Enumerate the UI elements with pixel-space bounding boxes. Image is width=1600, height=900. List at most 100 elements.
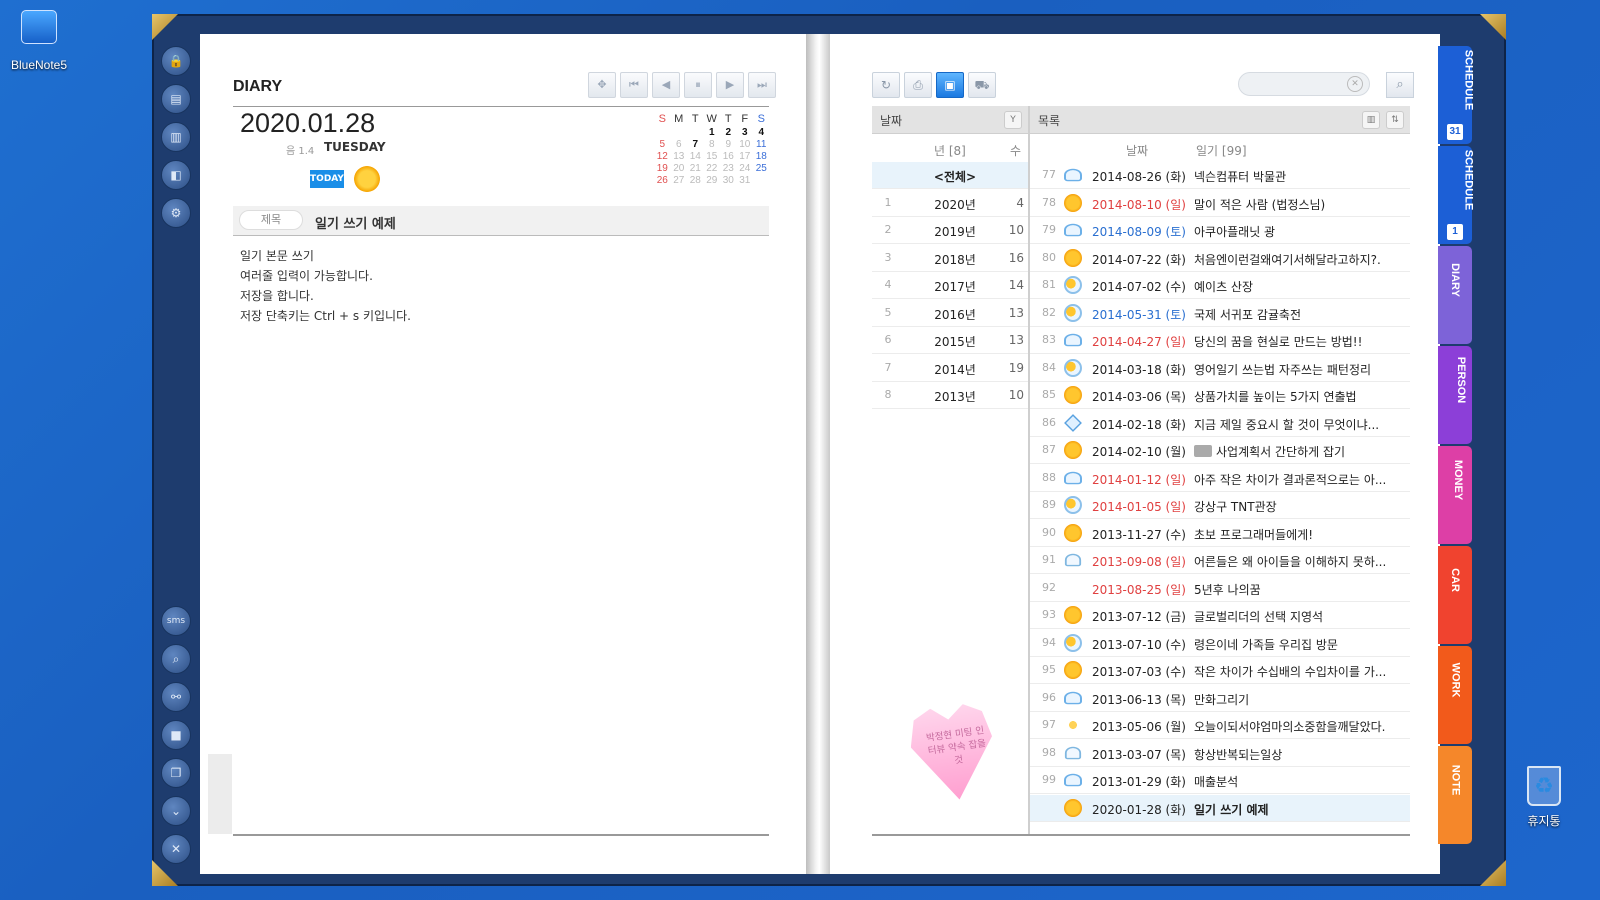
calendar-day[interactable]: 3 <box>737 126 754 138</box>
diary-list-item[interactable]: 98 2013-03-07 (목) 항상반복되는일상 <box>1030 740 1410 767</box>
calendar-day[interactable]: 2 <box>720 126 737 138</box>
columns-icon[interactable]: ▥ <box>1362 111 1380 129</box>
calendar-day[interactable]: 30 <box>720 174 737 186</box>
calendar-day[interactable]: 10 <box>737 138 754 150</box>
calendar-day[interactable]: 8 <box>704 138 721 150</box>
calendar-day[interactable]: 18 <box>753 150 770 162</box>
diary-list-item[interactable]: 80 2014-07-22 (화) 처음엔이런걸왜여기서해달라고하지?. <box>1030 245 1410 272</box>
search-input[interactable]: ✕ <box>1238 72 1370 96</box>
diary-list-item[interactable]: 79 2014-08-09 (토) 아쿠아플래닛 광 <box>1030 217 1410 244</box>
calendar-day[interactable]: 15 <box>704 150 721 162</box>
sms-icon[interactable]: sms <box>161 606 191 636</box>
first-entry-button[interactable]: ⏮ <box>620 72 648 98</box>
calendar-day[interactable]: 24 <box>737 162 754 174</box>
diary-list-item[interactable]: 77 2014-08-26 (화) 넥슨컴퓨터 박물관 <box>1030 162 1410 189</box>
calendar-day[interactable]: 22 <box>704 162 721 174</box>
calendar-day[interactable]: 9 <box>720 138 737 150</box>
diary-list-item[interactable]: 94 2013-07-10 (수) 령은이네 가족들 우리집 방문 <box>1030 630 1410 657</box>
diary-list-item[interactable]: 2020-01-28 (화) 일기 쓰기 예제 <box>1030 794 1410 822</box>
diary-list-item[interactable]: 88 2014-01-12 (일) 아주 작은 차이가 결과론적으로는 아... <box>1030 465 1410 492</box>
link-icon[interactable]: ⚯ <box>161 682 191 712</box>
recycle-bin-desktop-icon[interactable]: ♻ 휴지통 <box>1516 766 1572 829</box>
diary-list-item[interactable]: 95 2013-07-03 (수) 작은 차이가 수십배의 수입차이를 가... <box>1030 657 1410 684</box>
diary-list-item[interactable]: 89 2014-01-05 (일) 강상구 TNT관장 <box>1030 492 1410 519</box>
print-icon[interactable]: ⎙ <box>904 72 932 98</box>
diary-body-editor[interactable]: 일기 본문 쓰기 여러줄 입력이 가능합니다. 저장을 합니다. 저장 단축키는 Ct… <box>240 246 411 326</box>
diary-list-item[interactable]: 81 2014-07-02 (수) 예이츠 산장 <box>1030 272 1410 299</box>
stop-icon[interactable]: ■ <box>161 720 191 750</box>
bluenote5-desktop-icon[interactable]: BlueNote5 <box>6 10 72 72</box>
diary-list-item[interactable]: 83 2014-04-27 (일) 당신의 꿈을 현실로 만드는 방법!! <box>1030 327 1410 354</box>
calendar-day[interactable]: 21 <box>687 162 704 174</box>
sun-weather-icon[interactable] <box>354 166 380 192</box>
diary-list-item[interactable]: 99 2013-01-29 (화) 매출분석 <box>1030 767 1410 794</box>
year-row[interactable]: 7 2014년 19 <box>872 355 1028 382</box>
next-entry-button[interactable]: ▶ <box>716 72 744 98</box>
single-page-icon[interactable]: ▥ <box>161 122 191 152</box>
tab-person[interactable]: PERSON <box>1438 346 1472 444</box>
tab-schedule[interactable]: SCHEDULE 31 <box>1438 46 1474 144</box>
refresh-icon[interactable]: ↻ <box>872 72 900 98</box>
prev-entry-button[interactable]: ◀ <box>652 72 680 98</box>
calendar-day[interactable]: 7 <box>687 138 704 150</box>
move-icon[interactable]: ✥ <box>588 72 616 98</box>
diary-list-item[interactable]: 87 2014-02-10 (월) 사업계획서 간단하게 잡기 <box>1030 437 1410 464</box>
diary-list-item[interactable]: 85 2014-03-06 (목) 상품가치를 높이는 5가지 연출법 <box>1030 382 1410 409</box>
subject-input[interactable]: 일기 쓰기 예제 <box>315 213 396 232</box>
tab-car[interactable]: CAR <box>1438 546 1472 644</box>
last-entry-button[interactable]: ⏭ <box>748 72 776 98</box>
filter-icon[interactable]: Y <box>1004 111 1022 129</box>
save-icon[interactable]: ▣ <box>936 72 964 98</box>
date-column-header[interactable]: 날짜 <box>1126 142 1148 159</box>
sort-icon[interactable]: ⇅ <box>1386 111 1404 129</box>
diary-list-item[interactable]: 86 2014-02-18 (화) 지금 제일 중요시 할 것이 무엇이냐... <box>1030 410 1410 437</box>
tab-schedule[interactable]: SCHEDULE 1 <box>1438 146 1474 244</box>
calendar-day[interactable]: 14 <box>687 150 704 162</box>
calendar-day[interactable]: 27 <box>671 174 688 186</box>
calendar-day[interactable]: 4 <box>753 126 770 138</box>
diary-list-item[interactable]: 96 2013-06-13 (목) 만화그리기 <box>1030 685 1410 712</box>
calendar-day[interactable]: 16 <box>720 150 737 162</box>
calendar-day[interactable]: 6 <box>671 138 688 150</box>
tab-money[interactable]: MONEY <box>1438 446 1472 544</box>
lock-icon[interactable]: 🔒 <box>161 46 191 76</box>
calendar-day[interactable]: 11 <box>753 138 770 150</box>
diary-list-item[interactable]: 90 2013-11-27 (수) 초보 프로그래머들에게! <box>1030 520 1410 547</box>
diary-list-item[interactable]: 92 2013-08-25 (일) 5년후 나의꿈 <box>1030 575 1410 602</box>
calendar-day[interactable]: 25 <box>753 162 770 174</box>
copy-icon[interactable]: ❐ <box>161 758 191 788</box>
calendar-day[interactable]: 19 <box>654 162 671 174</box>
page-view-icon[interactable]: ▤ <box>161 84 191 114</box>
diary-list-item[interactable]: 93 2013-07-12 (금) 글로벌리더의 선택 지영석 <box>1030 602 1410 629</box>
tab-note[interactable]: NOTE <box>1438 746 1472 844</box>
year-row[interactable]: 4 2017년 14 <box>872 272 1028 299</box>
year-row[interactable]: 8 2013년 10 <box>872 382 1028 409</box>
count-column-header[interactable]: 수 <box>1010 142 1021 159</box>
calendar-day[interactable]: 29 <box>704 174 721 186</box>
cart-icon[interactable]: ⛟ <box>968 72 996 98</box>
search-button[interactable]: ⌕ <box>1386 72 1414 98</box>
close-icon[interactable]: ✕ <box>161 834 191 864</box>
today-button[interactable]: TODAY <box>310 170 344 188</box>
diary-list-item[interactable]: 78 2014-08-10 (일) 말이 적은 사람 (법정스님) <box>1030 190 1410 217</box>
tab-work[interactable]: WORK <box>1438 646 1472 744</box>
calendar-day[interactable]: 1 <box>704 126 721 138</box>
calendar-day[interactable]: 26 <box>654 174 671 186</box>
current-entry-button[interactable]: ⏸ <box>684 72 712 98</box>
search-icon[interactable]: ⌕ <box>161 644 191 674</box>
calendar-day[interactable]: 13 <box>671 150 688 162</box>
calendar-day[interactable]: 28 <box>687 174 704 186</box>
clear-search-icon[interactable]: ✕ <box>1347 76 1363 92</box>
diary-list-item[interactable]: 82 2014-05-31 (토) 국제 서귀포 감귤축전 <box>1030 300 1410 327</box>
calendar-day[interactable]: 12 <box>654 150 671 162</box>
diary-column-header[interactable]: 일기 [99] <box>1196 142 1247 159</box>
diary-list-item[interactable]: 91 2013-09-08 (일) 어른들은 왜 아이들을 이해하지 못하... <box>1030 547 1410 574</box>
year-row[interactable]: 3 2018년 16 <box>872 245 1028 272</box>
settings-icon[interactable]: ⚙ <box>161 198 191 228</box>
calendar-day[interactable]: 17 <box>737 150 754 162</box>
diary-list-item[interactable]: 84 2014-03-18 (화) 영어일기 쓰는법 자주쓰는 패턴정리 <box>1030 355 1410 382</box>
tab-diary[interactable]: DIARY <box>1438 246 1472 344</box>
diary-list-item[interactable]: 97 2013-05-06 (월) 오늘이되서야엄마의소중함을깨달았다. <box>1030 712 1410 739</box>
year-row[interactable]: 2 2019년 10 <box>872 217 1028 244</box>
expand-down-icon[interactable]: ⌄ <box>161 796 191 826</box>
